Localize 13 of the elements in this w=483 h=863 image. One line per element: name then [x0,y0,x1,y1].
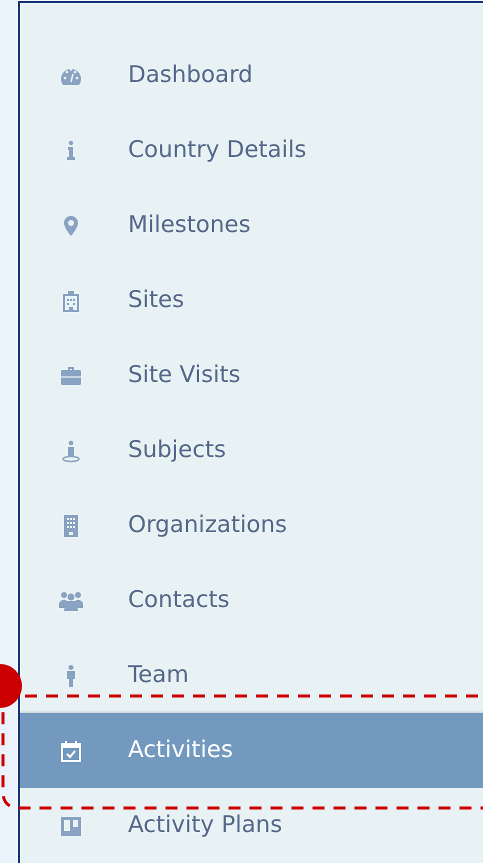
sidebar-item[interactable]: Site Visits [20,338,483,413]
sidebar-item[interactable]: Organizations [20,488,483,563]
sidebar-item[interactable]: Country Details [20,113,483,188]
sidebar-item[interactable]: Contacts [20,563,483,638]
sidebar-item[interactable]: Activity Plans [20,788,483,863]
menu-icon [59,738,83,762]
sidebar-item[interactable]: Dashboard [20,38,483,113]
sidebar-item[interactable]: Sites [20,263,483,338]
callout-marker [0,663,22,709]
sidebar-item[interactable]: Subjects [20,413,483,488]
sidebar-item[interactable]: Milestones [20,188,483,263]
sidebar-item[interactable]: Activities [20,713,483,788]
sidebar-item[interactable]: Team [20,638,483,713]
